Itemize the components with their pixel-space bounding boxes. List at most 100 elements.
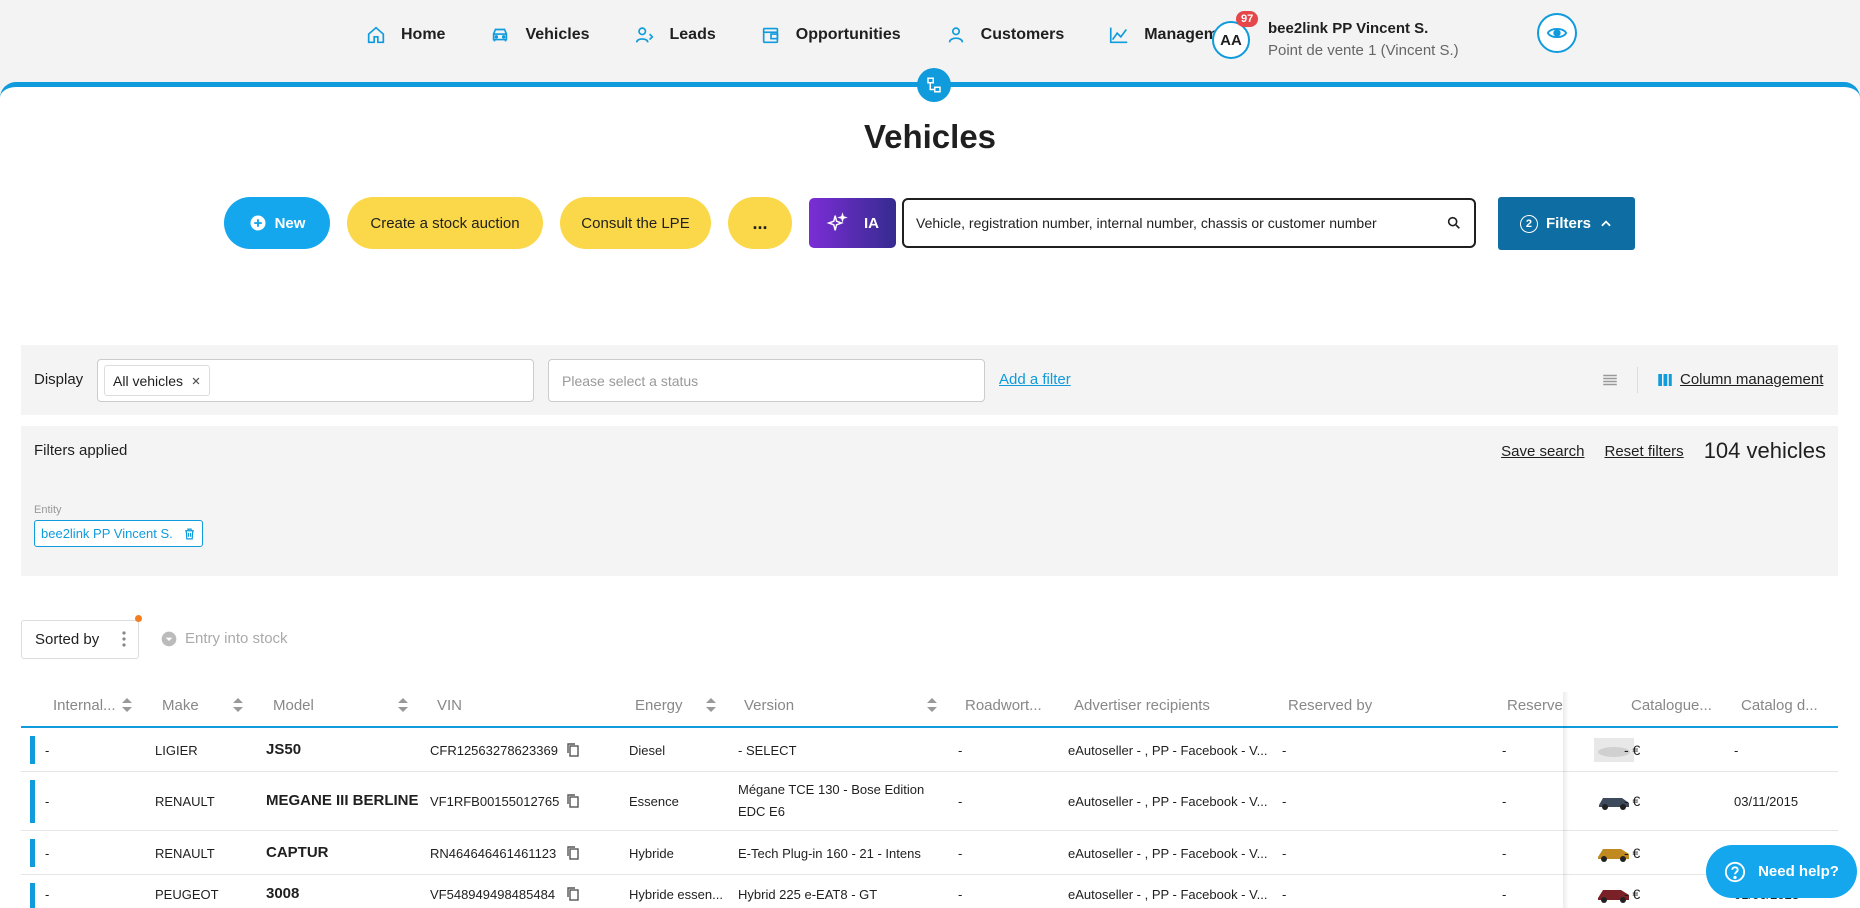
col-energy[interactable]: Energy <box>635 697 683 714</box>
sort-icon[interactable] <box>122 698 132 712</box>
filters-button[interactable]: 2 Filters <box>1498 197 1635 250</box>
cell-advertiser: eAutoseller - , PP - Facebook - V... <box>1068 743 1268 758</box>
cell-price: - € <box>1624 742 1641 758</box>
cell-version: - SELECT <box>738 743 797 758</box>
col-catalog-date[interactable]: Catalog d... <box>1741 697 1818 714</box>
cell-advertiser: eAutoseller - , PP - Facebook - V... <box>1068 794 1268 809</box>
close-icon[interactable] <box>191 376 201 386</box>
new-button[interactable]: New <box>224 197 330 249</box>
sort-by-button[interactable]: Sorted by <box>21 620 139 659</box>
preview-button[interactable] <box>1537 13 1577 53</box>
sort-icon[interactable] <box>706 698 716 712</box>
add-filter-link[interactable]: Add a filter <box>999 371 1071 388</box>
wallet-icon <box>762 27 778 44</box>
user-icon <box>948 27 963 43</box>
trash-icon[interactable] <box>183 527 196 541</box>
col-roadworthy[interactable]: Roadwort... <box>965 697 1042 714</box>
cell-price: - € <box>1624 845 1641 861</box>
cell-vin: RN464646461461123 <box>430 846 557 861</box>
search-icon[interactable] <box>1446 215 1462 231</box>
page-title: Vehicles <box>863 118 997 155</box>
sparkles-icon <box>826 212 848 231</box>
search-input[interactable] <box>916 215 1446 231</box>
display-label: Display <box>34 371 84 388</box>
save-search-link[interactable]: Save search <box>1501 443 1584 460</box>
row-indicator <box>30 736 35 764</box>
more-actions-button[interactable]: ... <box>728 197 792 249</box>
row-indicator <box>30 780 35 823</box>
need-help-button[interactable]: Need help? <box>1706 845 1857 898</box>
need-help-label: Need help? <box>1758 863 1839 880</box>
cell-catalog-date: - <box>1734 743 1739 758</box>
col-version[interactable]: Version <box>744 697 794 714</box>
row-indicator <box>30 883 35 908</box>
col-internal[interactable]: Internal... <box>53 697 116 714</box>
cell-advertiser: eAutoseller - , PP - Facebook - V... <box>1068 846 1268 861</box>
avatar-initials: AA <box>1220 31 1242 49</box>
cell-make: LIGIER <box>155 743 198 758</box>
col-advertiser[interactable]: Advertiser recipients <box>1074 697 1210 714</box>
col-catalogue[interactable]: Catalogue... <box>1631 697 1712 714</box>
nav-home-label: Home <box>401 26 446 43</box>
reset-filters-link[interactable]: Reset filters <box>1604 443 1683 460</box>
cell-reserved-by: - <box>1282 846 1287 861</box>
nav-vehicles-label: Vehicles <box>525 26 590 43</box>
avatar[interactable]: AA 97 <box>1212 11 1259 59</box>
cell-reserved: - <box>1502 887 1507 902</box>
entity-filter-chip: bee2link PP Vincent S. <box>34 520 203 547</box>
copy-icon[interactable] <box>567 846 579 860</box>
nav-vehicles[interactable]: Vehicles <box>489 24 590 46</box>
cell-reserved: - <box>1502 846 1507 861</box>
cell-model: CAPTUR <box>266 844 329 861</box>
column-management-link[interactable]: Column management <box>1680 371 1823 388</box>
filters-button-label: Filters <box>1545 215 1591 232</box>
cell-version: Mégane TCE 130 - Bose Edition <box>738 782 925 797</box>
chevron-down-circle-icon <box>161 631 177 646</box>
cell-version: Hybrid 225 e-EAT8 - GT <box>738 887 878 902</box>
cell-price: - € <box>1624 886 1641 902</box>
nav-home[interactable]: Home <box>365 24 445 46</box>
copy-icon[interactable] <box>567 743 579 757</box>
display-chip: All vehicles <box>104 365 211 396</box>
account-menu[interactable]: AA 97 bee2link PP Vincent S. Point de ve… <box>1212 11 1459 62</box>
switch-view-button[interactable] <box>917 68 951 102</box>
sort-icon[interactable] <box>233 698 243 712</box>
col-make[interactable]: Make <box>162 697 199 714</box>
consult-lpe-button[interactable]: Consult the LPE <box>560 197 711 249</box>
nav-leads[interactable]: Leads <box>634 24 716 46</box>
cell-energy: Hybride essen... <box>629 887 723 902</box>
cell-make: PEUGEOT <box>155 887 219 902</box>
col-reserved[interactable]: Reserve <box>1507 697 1563 714</box>
list-view-icon[interactable] <box>1601 371 1619 389</box>
column-view-icon[interactable] <box>1656 371 1674 389</box>
copy-icon[interactable] <box>567 794 579 808</box>
display-select[interactable]: All vehicles <box>97 359 534 402</box>
nav-customers[interactable]: Customers <box>945 24 1065 46</box>
cell-make: RENAULT <box>155 846 215 861</box>
ia-button[interactable]: IA <box>809 198 896 248</box>
col-vin[interactable]: VIN <box>437 697 462 714</box>
nav-leads-label: Leads <box>669 26 716 43</box>
view-divider <box>1637 367 1638 393</box>
plus-circle-icon <box>250 215 266 231</box>
main-nav: Home Vehicles Leads Opportunities Custom… <box>365 24 1286 46</box>
cell-energy: Essence <box>629 794 679 809</box>
cell-vin: VF548949498485484 <box>430 887 556 902</box>
cell-reserved: - <box>1502 743 1507 758</box>
nav-customers-label: Customers <box>980 26 1065 43</box>
status-select[interactable]: Please select a status <box>548 359 985 402</box>
copy-icon[interactable] <box>567 887 579 901</box>
cell-vin: VF1RFB00155012765 <box>430 794 560 809</box>
col-model[interactable]: Model <box>273 697 314 714</box>
cell-price: - € <box>1624 793 1641 809</box>
sort-icon[interactable] <box>927 698 937 712</box>
nav-opportunities[interactable]: Opportunities <box>760 24 901 46</box>
create-stock-auction-button[interactable]: Create a stock auction <box>347 197 543 249</box>
entity-value: bee2link PP Vincent S. <box>41 526 173 541</box>
cell-advertiser: eAutoseller - , PP - Facebook - V... <box>1068 887 1268 902</box>
sort-icon[interactable] <box>398 698 408 712</box>
col-reserved-by[interactable]: Reserved by <box>1288 697 1372 714</box>
sort-field[interactable]: Entry into stock <box>161 630 288 647</box>
cell-roadworthy: - <box>958 794 963 809</box>
filter-bar: Display All vehicles Please select a sta… <box>21 345 1838 415</box>
